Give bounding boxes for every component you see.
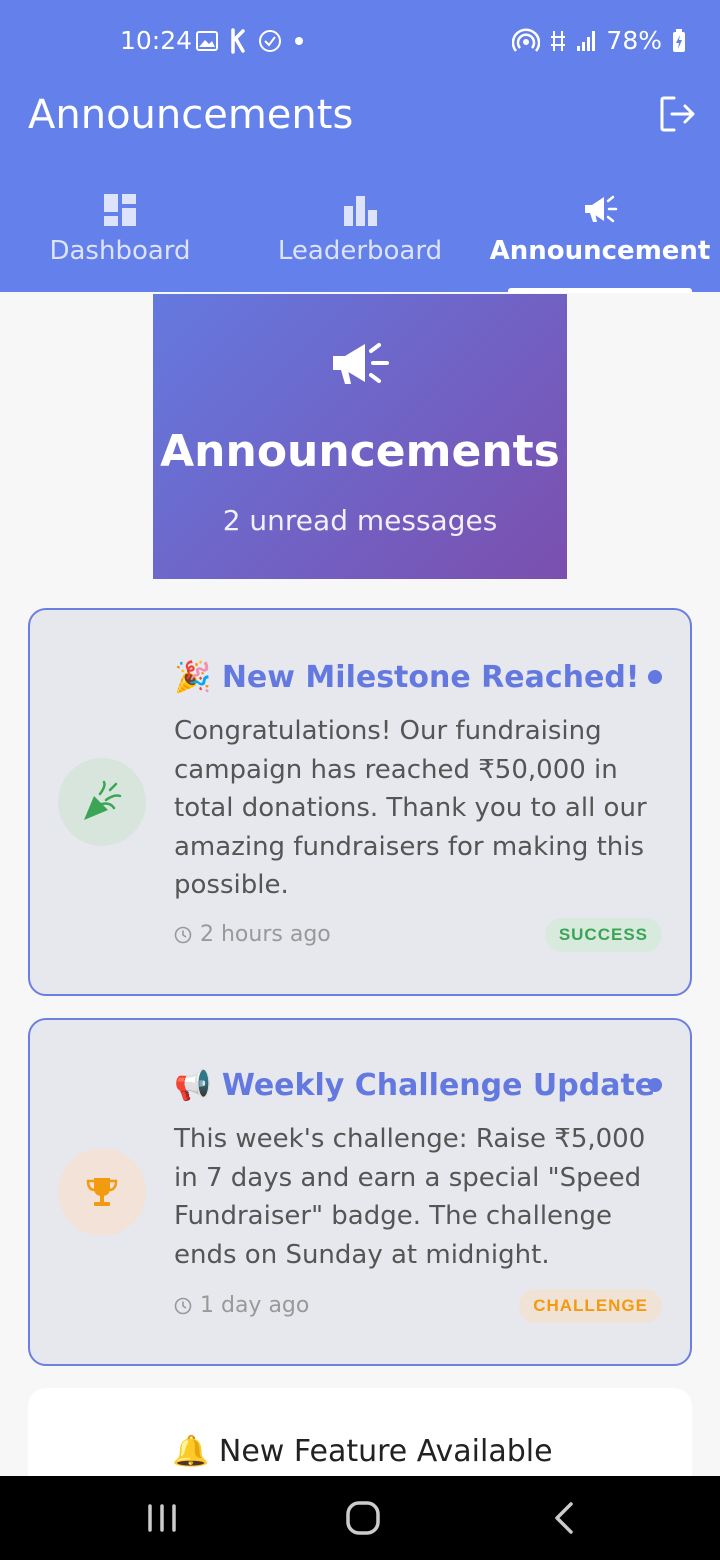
status-bar: 10:24 78% <box>0 0 720 84</box>
announcement-body: Congratulations! Our fundraising campaig… <box>174 716 647 901</box>
megaphone-emoji: 📢 <box>174 1068 212 1103</box>
bell-emoji: 🔔 <box>172 1434 210 1469</box>
k-app-icon <box>231 28 245 54</box>
party-popper-emoji: 🎉 <box>174 660 212 695</box>
announcement-card[interactable]: 🎉 New Milestone Reached! Congratulations… <box>28 608 692 996</box>
tab-dashboard-label: Dashboard <box>49 236 191 266</box>
battery-icon <box>673 28 685 52</box>
party-popper-icon <box>58 758 146 846</box>
announcement-title: 🔔 New Feature Available <box>172 1434 553 1469</box>
leaderboard-icon <box>344 196 377 226</box>
announcement-title-text: New Milestone Reached! <box>221 660 640 695</box>
data-icon <box>551 30 566 51</box>
hero-banner: Announcements 2 unread messages <box>153 294 567 579</box>
image-icon <box>196 31 218 51</box>
status-badge: CHALLENGE <box>519 1289 662 1323</box>
announcement-body: This week's challenge: Raise ₹5,000 in 7… <box>174 1124 646 1270</box>
announcement-title-text: Weekly Challenge Update <box>221 1068 656 1103</box>
announcement-title: 📢 Weekly Challenge Update <box>174 1068 655 1103</box>
hero-title: Announcements <box>160 426 560 477</box>
check-circle-icon <box>259 30 281 52</box>
status-badge: SUCCESS <box>544 918 662 952</box>
page-title: Announcements <box>28 92 354 138</box>
unread-dot <box>648 1078 662 1092</box>
back-icon[interactable] <box>545 1498 585 1538</box>
hotspot-icon <box>512 27 541 52</box>
announcement-time-text: 2 hours ago <box>200 922 331 947</box>
dashboard-icon <box>104 194 136 226</box>
tab-leaderboard[interactable]: Leaderboard <box>240 180 480 292</box>
announcement-time: 1 day ago <box>174 1293 309 1318</box>
trophy-icon <box>58 1148 146 1236</box>
tab-announcement-label: Announcement <box>489 236 711 266</box>
megaphone-icon <box>333 343 389 384</box>
hero-subtitle: 2 unread messages <box>222 504 498 537</box>
status-right: 78% <box>512 26 686 55</box>
app-header: 10:24 78% Announcements Dashboard Leader… <box>0 0 720 292</box>
battery-percent: 78% <box>606 26 662 55</box>
dot-icon <box>295 37 303 45</box>
tab-bar: Dashboard Leaderboard Announcement <box>0 180 720 292</box>
logout-icon[interactable] <box>658 94 698 134</box>
announcement-title-text: New Feature Available <box>218 1434 553 1469</box>
system-nav-bar <box>0 1476 720 1560</box>
unread-dot <box>648 670 662 684</box>
home-icon[interactable] <box>343 1498 383 1538</box>
announcement-time: 2 hours ago <box>174 922 331 947</box>
tab-leaderboard-label: Leaderboard <box>277 236 443 266</box>
tab-dashboard[interactable]: Dashboard <box>0 180 240 292</box>
announcement-title: 🎉 New Milestone Reached! <box>174 660 639 695</box>
tab-announcement[interactable]: Announcement <box>480 180 720 292</box>
announcement-card[interactable]: 📢 Weekly Challenge Update This week's ch… <box>28 1018 692 1366</box>
clock-icon <box>174 926 192 943</box>
announcement-time-text: 1 day ago <box>200 1293 310 1318</box>
clock-icon <box>174 1297 192 1314</box>
signal-icon <box>577 30 596 51</box>
recent-apps-icon[interactable] <box>142 1498 182 1538</box>
megaphone-icon <box>585 195 618 223</box>
status-left-icons <box>196 28 304 54</box>
status-time: 10:24 <box>120 26 193 55</box>
tab-indicator <box>508 288 692 293</box>
